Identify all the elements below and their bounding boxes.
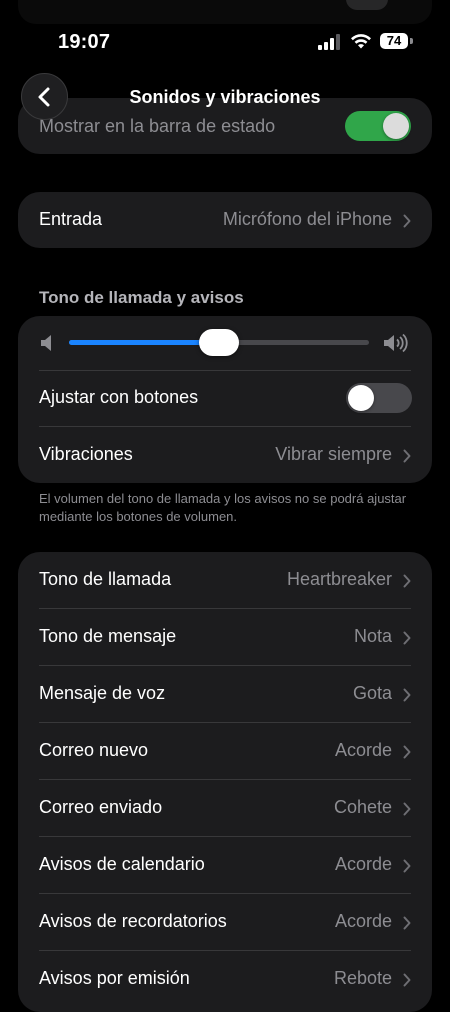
sound-row-value: Heartbreaker (286, 569, 392, 589)
sound-row-label: Avisos de recordatorios (39, 911, 227, 931)
sound-row-value: Rebote (333, 968, 392, 988)
volume-slider[interactable] (69, 329, 369, 356)
sound-row-label: Mensaje de voz (39, 683, 166, 703)
page-title: Sonidos y vibraciones (129, 87, 321, 107)
chevron-right-icon (403, 745, 411, 759)
chevron-right-icon (403, 214, 411, 228)
sound-row[interactable]: Avisos por emisión Rebote (18, 951, 432, 1007)
sound-row-value: Acorde (334, 911, 392, 931)
sound-row-value: Nota (353, 626, 392, 646)
sound-row-label: Avisos por emisión (39, 968, 190, 988)
chevron-right-icon (403, 449, 411, 463)
sound-row[interactable]: Correo nuevo Acorde (18, 723, 432, 779)
chevron-right-icon (403, 688, 411, 702)
adjust-with-buttons-label: Ajustar con botones (39, 387, 199, 407)
sound-row-label: Correo enviado (39, 797, 163, 817)
show-in-status-bar-label: Mostrar en la barra de estado (39, 116, 276, 136)
input-card: Entrada Micrófono del iPhone (18, 192, 432, 248)
battery-icon: 74 (380, 33, 408, 49)
ringtone-footnote: El volumen del tono de llamada y los avi… (39, 491, 407, 524)
chevron-right-icon (403, 802, 411, 816)
sound-row[interactable]: Tono de mensaje Nota (18, 609, 432, 665)
sound-row[interactable]: Avisos de recordatorios Acorde (18, 894, 432, 950)
chevron-right-icon (403, 859, 411, 873)
chevron-right-icon (403, 574, 411, 588)
sound-row[interactable]: Avisos de calendario Acorde (18, 837, 432, 893)
cellular-signal-icon (318, 34, 340, 50)
input-row[interactable]: Entrada Micrófono del iPhone (18, 192, 432, 248)
vibrations-value: Vibrar siempre (275, 444, 392, 464)
sound-row-label: Correo nuevo (39, 740, 149, 760)
volume-high-icon (384, 333, 408, 353)
sound-row-value: Acorde (334, 740, 392, 760)
volume-slider-fill (69, 340, 219, 345)
sound-row-label: Avisos de calendario (39, 854, 205, 874)
chevron-right-icon (403, 973, 411, 987)
ringtone-card: Ajustar con botones Vibraciones Vibrar s… (18, 316, 432, 483)
sound-row[interactable]: Mensaje de voz Gota (18, 666, 432, 722)
sound-row[interactable]: Tono de llamada Heartbreaker (18, 552, 432, 608)
sound-row-label: Tono de mensaje (39, 626, 177, 646)
wifi-icon (351, 34, 371, 49)
input-value: Micrófono del iPhone (222, 209, 392, 229)
status-time: 19:07 (58, 31, 111, 53)
sound-row-value: Acorde (334, 854, 392, 874)
vibrations-row[interactable]: Vibraciones Vibrar siempre (18, 427, 432, 483)
battery-level: 74 (386, 33, 402, 48)
chevron-right-icon (403, 916, 411, 930)
vibrations-label: Vibraciones (39, 444, 133, 464)
battery-tip (410, 38, 413, 44)
sound-row[interactable]: Correo enviado Cohete (18, 780, 432, 836)
sound-row-label: Tono de llamada (39, 569, 172, 589)
adjust-with-buttons-toggle[interactable] (346, 383, 412, 413)
show-in-status-bar-toggle[interactable] (345, 111, 411, 141)
input-label: Entrada (39, 209, 103, 229)
volume-slider-thumb[interactable] (199, 329, 239, 356)
ringtone-section-header: Tono de llamada y avisos (39, 288, 244, 307)
adjust-with-buttons-row: Ajustar con botones (18, 370, 432, 426)
status-bar: 19:07 74 (0, 0, 450, 70)
sounds-card: Tono de llamada Heartbreaker Tono de mensa… (18, 552, 432, 1012)
sound-row-value: Cohete (333, 797, 392, 817)
sound-row-value: Gota (352, 683, 392, 703)
volume-low-icon (41, 335, 51, 351)
chevron-right-icon (403, 631, 411, 645)
